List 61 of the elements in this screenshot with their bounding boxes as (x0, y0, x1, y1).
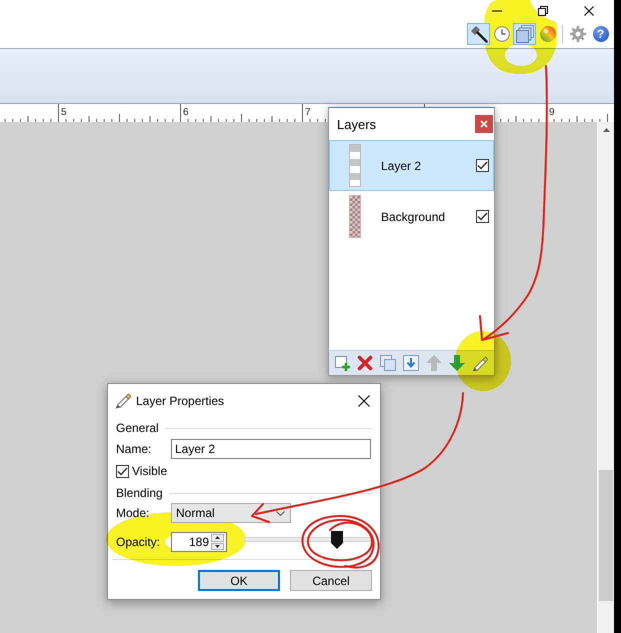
spin-up-button[interactable] (211, 534, 224, 542)
color-sphere-icon (540, 26, 556, 42)
hammer-icon (470, 25, 488, 43)
layer-thumbnail (349, 195, 361, 238)
ok-button[interactable]: OK (198, 570, 280, 591)
section-heading: Blending (116, 486, 163, 500)
layers-icon (516, 25, 534, 43)
spin-down-button[interactable] (211, 542, 224, 550)
opacity-spinbox[interactable]: 189 (171, 532, 227, 552)
close-icon (358, 394, 370, 406)
merge-down-button[interactable] (400, 352, 422, 374)
help-icon: ? (592, 26, 608, 42)
dialog-title: Layer Properties (136, 394, 226, 408)
check-icon (117, 466, 128, 476)
highlight-mark (455, 331, 511, 391)
visibility-checkbox[interactable] (476, 159, 489, 172)
ruler-label: 7 (305, 107, 311, 118)
minimize-icon (492, 10, 502, 12)
stacked-squares-icon (380, 355, 396, 371)
visible-label: Visible (132, 464, 168, 478)
layer-name: Layer 2 (381, 158, 422, 172)
page-plus-icon (334, 355, 350, 371)
check-icon (477, 161, 488, 170)
visibility-checkbox[interactable] (476, 210, 489, 223)
mode-dropdown[interactable]: Normal (171, 503, 291, 523)
layer-name: Background (381, 210, 446, 224)
close-icon (480, 120, 488, 128)
vertical-scrollbar[interactable] (597, 122, 614, 633)
layers-toggle[interactable] (513, 23, 536, 45)
layer-row[interactable]: Layer 2 (329, 140, 494, 191)
ruler-label: 5 (61, 107, 67, 118)
layer-thumbnail (349, 144, 361, 187)
restore-icon (538, 6, 548, 16)
settings-icon (570, 26, 586, 42)
check-icon (477, 212, 488, 221)
caret-up-icon (602, 128, 610, 132)
layer-row[interactable]: Background (329, 191, 494, 242)
chevron-down-icon (276, 510, 285, 516)
duplicate-layer-button[interactable] (377, 352, 399, 374)
close-icon (584, 6, 594, 16)
scrollbar-thumb[interactable] (599, 470, 613, 601)
name-field[interactable]: Layer 2 (171, 439, 371, 459)
arrow-up-icon (426, 355, 442, 371)
ruler-label: 9 (549, 107, 555, 118)
caret-down-icon (215, 544, 220, 548)
tools-toggle[interactable] (467, 23, 490, 45)
opacity-label: Opacity: (116, 535, 162, 549)
ruler-label: 6 (183, 107, 189, 118)
cancel-button[interactable]: Cancel (290, 570, 372, 591)
cross-icon (357, 355, 373, 371)
mode-label: Mode: (116, 506, 150, 520)
name-label: Name: (116, 442, 152, 456)
section-heading: General (116, 421, 159, 435)
pencil-icon (115, 392, 131, 409)
pencil-icon (472, 355, 488, 371)
arrow-down-icon (449, 355, 465, 371)
square-arrow-down-icon (403, 355, 419, 371)
slider-thumb[interactable] (330, 531, 343, 549)
caret-up-icon (215, 536, 220, 540)
panel-title: Layers (337, 116, 378, 132)
visible-checkbox[interactable] (116, 464, 129, 478)
